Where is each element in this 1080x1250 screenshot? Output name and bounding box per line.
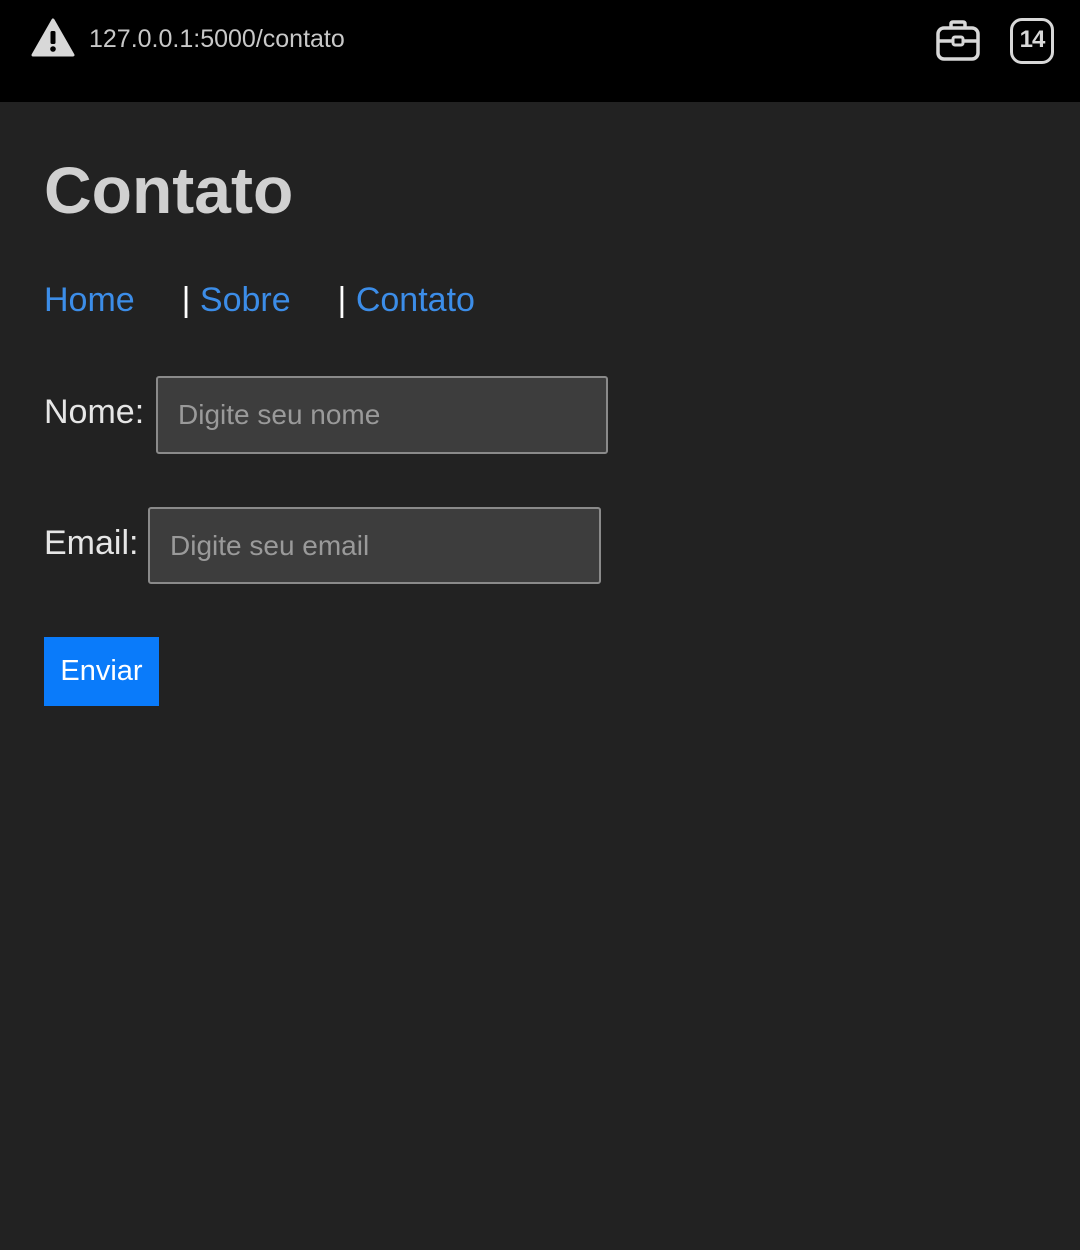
nav-link-contato[interactable]: Contato [356, 281, 475, 319]
warning-icon[interactable] [31, 18, 75, 58]
nav-separator: | [337, 281, 347, 319]
browser-toolbar: 127.0.0.1:5000/contato 14 [0, 0, 1080, 102]
submit-button[interactable]: Enviar [44, 637, 159, 706]
name-label: Nome: [44, 393, 145, 431]
page-content: Contato Home | Sobre | Contato Nome: Ema… [0, 102, 1080, 1250]
email-input[interactable] [148, 507, 601, 584]
nav-link-home[interactable]: Home [44, 281, 135, 319]
page-title: Contato [44, 153, 294, 227]
nav-link-sobre[interactable]: Sobre [200, 281, 291, 319]
nav-menu: Home | Sobre | Contato [44, 280, 475, 320]
address-bar-url[interactable]: 127.0.0.1:5000/contato [89, 22, 345, 56]
name-input[interactable] [156, 376, 608, 454]
toolbox-icon[interactable] [935, 18, 981, 64]
tabs-counter-icon[interactable]: 14 [1010, 18, 1054, 64]
nav-separator: | [181, 281, 191, 319]
email-label: Email: [44, 524, 139, 562]
